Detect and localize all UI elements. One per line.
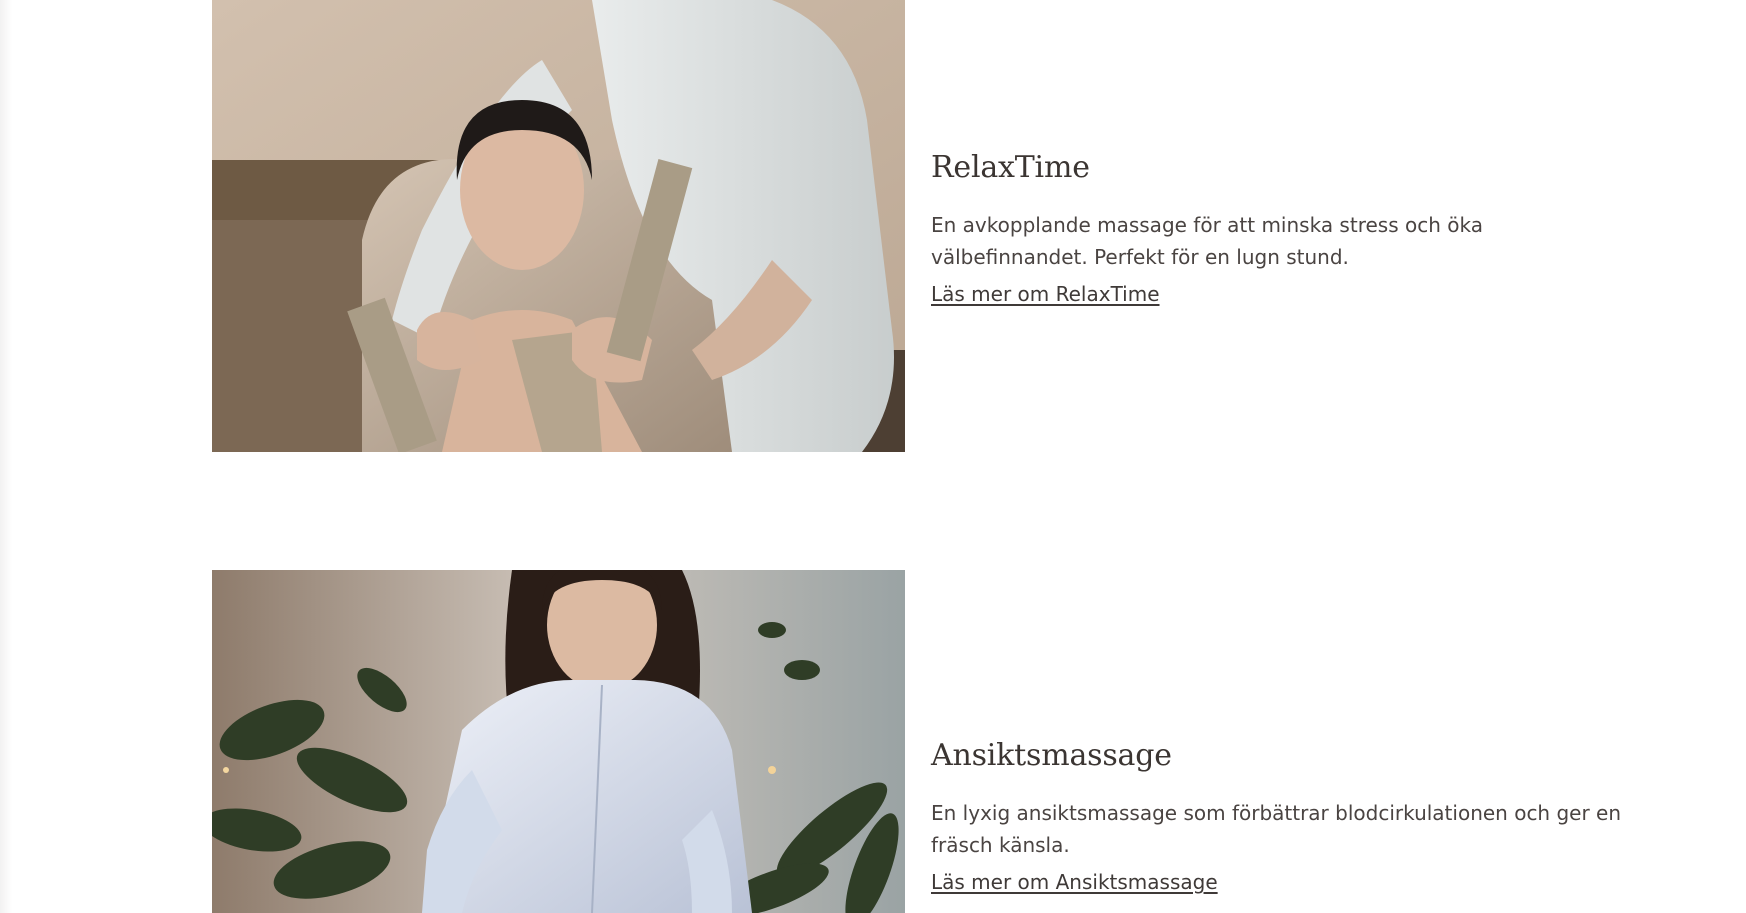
service-description: En avkopplande massage för att minska st… (931, 213, 1483, 269)
service-title: Ansiktsmassage (931, 738, 1172, 773)
service-description: En lyxig ansiktsmassage som förbättrar b… (931, 801, 1622, 857)
ansiktsmassage-text: Ansiktsmassage En lyxig ansiktsmassage s… (931, 738, 1631, 894)
relaxtime-image (212, 0, 905, 452)
service-ansiktsmassage: Ansiktsmassage En lyxig ansiktsmassage s… (212, 570, 1632, 913)
ansiktsmassage-image (212, 570, 905, 913)
service-relaxtime: RelaxTime En avkopplande massage för att… (212, 0, 1632, 452)
service-title: RelaxTime (931, 150, 1090, 185)
ansiktsmassage-photo (212, 570, 905, 913)
read-more-ansiktsmassage-link[interactable]: Läs mer om Ansiktsmassage (931, 870, 1218, 894)
read-more-relaxtime-link[interactable]: Läs mer om RelaxTime (931, 282, 1160, 306)
relaxtime-photo (212, 0, 905, 452)
relaxtime-text: RelaxTime En avkopplande massage för att… (931, 150, 1631, 306)
page-edge-shadow (0, 0, 12, 913)
page: RelaxTime En avkopplande massage för att… (0, 0, 1746, 913)
